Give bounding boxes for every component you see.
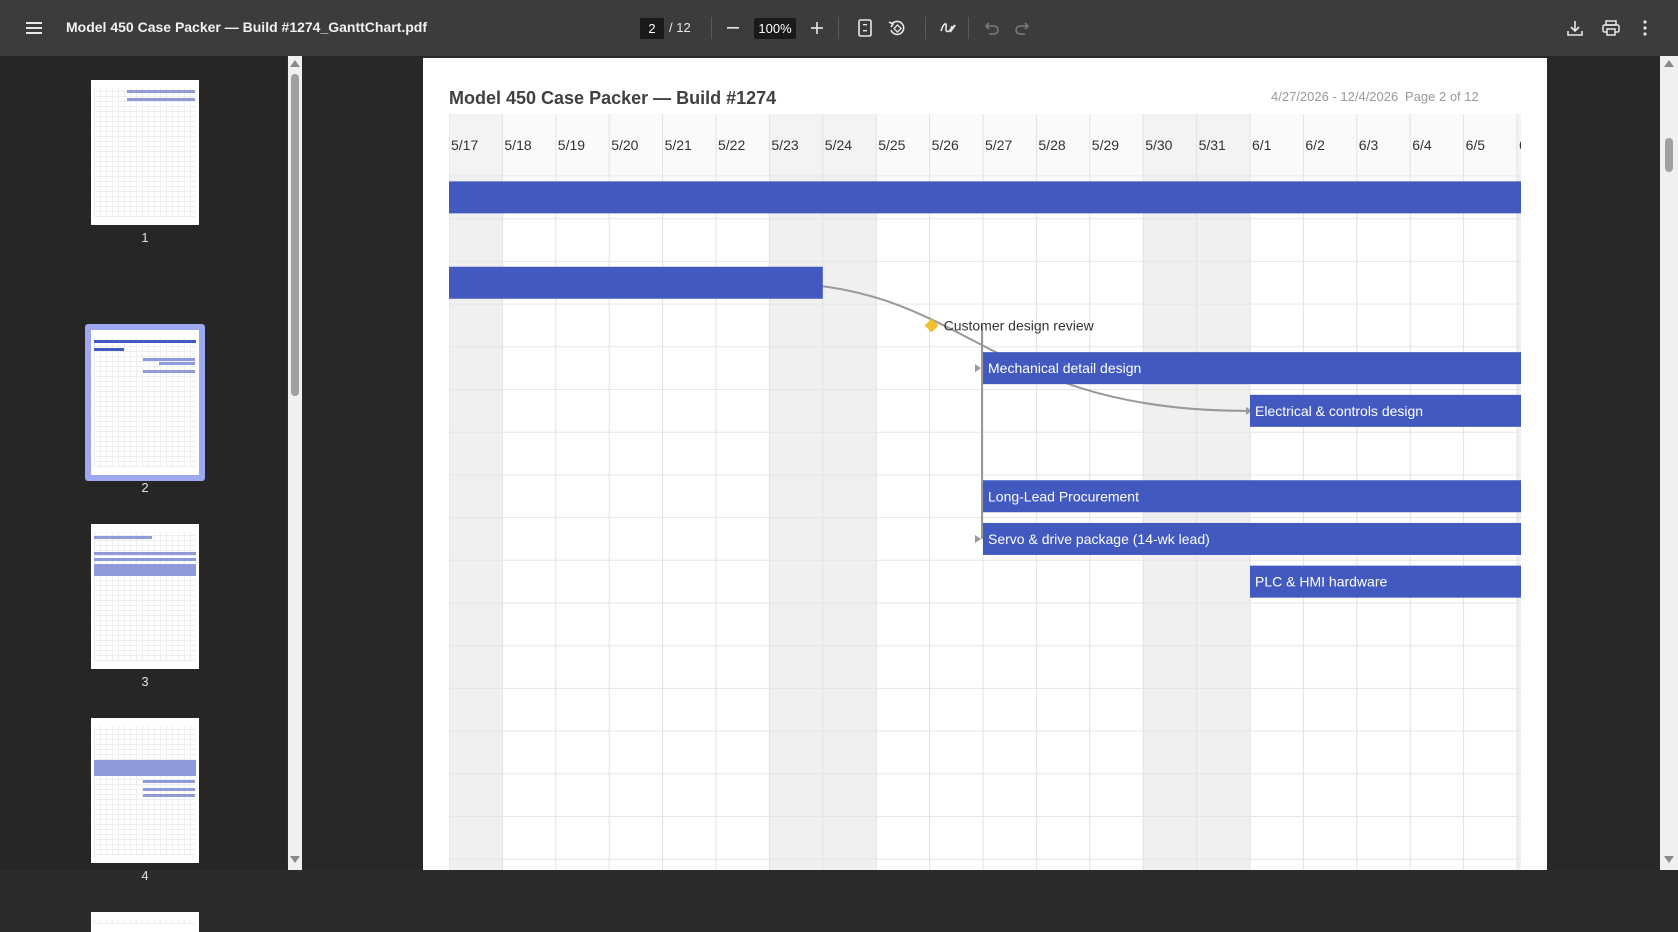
undo-icon [984, 22, 999, 35]
day-tick-label: 5/21 [665, 137, 692, 153]
thumbnail-sidebar: 1 2 3 4 [0, 56, 287, 932]
rotate-icon [888, 20, 905, 36]
zoom-out-icon [727, 27, 739, 29]
day-tick-label: 5/20 [611, 137, 638, 153]
redo-icon [1015, 22, 1030, 35]
download-icon [1567, 21, 1583, 36]
weekend-column [449, 114, 503, 870]
day-tick-label: 5/31 [1199, 137, 1226, 153]
weekend-column [769, 114, 823, 870]
document-viewer: Model 450 Case Packer — Build #1274 4/27… [302, 56, 1660, 870]
task-label: Electrical & controls design [1255, 403, 1423, 419]
day-tick-label: 5/23 [771, 137, 798, 153]
task-label: PLC & HMI hardware [1255, 574, 1387, 590]
dependency-arrowhead [975, 364, 981, 373]
draw-icon [940, 23, 956, 33]
document-title: Model 450 Case Packer — Build #1274_Gant… [66, 19, 428, 35]
day-tick-label: 5/22 [718, 137, 745, 153]
zoom-out-button[interactable] [721, 16, 745, 40]
day-tick-label: 5/19 [558, 137, 585, 153]
day-tick-label: 5/25 [878, 137, 905, 153]
day-tick-label: 5/27 [985, 137, 1012, 153]
thumbnail-page-2[interactable] [91, 330, 199, 475]
task-bar [449, 181, 1521, 214]
more-options-button[interactable] [1633, 16, 1657, 40]
task-label: Servo & drive package (14-wk lead) [988, 531, 1210, 547]
thumbnail-label-2: 2 [141, 480, 149, 495]
day-tick-label: 5/29 [1092, 137, 1119, 153]
thumbnail-label-1: 1 [141, 230, 149, 245]
day-tick-label: 6 [1519, 137, 1521, 153]
fit-page-icon [858, 19, 872, 37]
day-tick-label: 5/28 [1038, 137, 1065, 153]
viewer-scrollbar[interactable] [1660, 56, 1678, 870]
more-icon [1643, 20, 1647, 36]
fit-page-button[interactable] [853, 16, 877, 40]
thumbnail-page-3[interactable] [91, 524, 199, 669]
day-tick-label: 6/4 [1412, 137, 1432, 153]
thumbnail-page-5[interactable] [91, 912, 199, 932]
thumbnail-label-3: 3 [141, 674, 149, 689]
sidebar-scrollbar-thumb[interactable] [291, 74, 299, 396]
thumbnail-page-1[interactable] [91, 80, 199, 225]
print-icon [1602, 20, 1620, 36]
weekend-column [822, 114, 877, 870]
milestone-label: Customer design review [944, 317, 1095, 333]
redo-button[interactable] [1011, 16, 1035, 40]
task-bar [449, 266, 823, 299]
day-tick-label: 5/26 [932, 137, 959, 153]
viewer-toolbar: Model 450 Case Packer — Build #1274_Gant… [0, 0, 1678, 56]
thumbnail-page-4[interactable] [91, 718, 199, 863]
zoom-level-input[interactable]: 100% [754, 18, 796, 39]
zoom-in-icon [811, 22, 823, 34]
viewer-scrollbar-thumb[interactable] [1665, 138, 1673, 172]
day-tick-label: 6/5 [1466, 137, 1486, 153]
toolbar-divider [711, 17, 712, 39]
toolbar-divider [968, 17, 969, 39]
thumbnail-label-4: 4 [141, 868, 149, 883]
page-title: Model 450 Case Packer — Build #1274 [449, 88, 777, 108]
page-total: / 12 [669, 20, 691, 35]
draw-button[interactable] [936, 16, 960, 40]
page-number-input[interactable]: 2 [640, 18, 664, 39]
gantt-chart: 5/17 5/18 5/19 5/20 5/21 5/22 5/23 5/24 5/25 5/26… [449, 114, 1521, 870]
sidebar-scrollbar[interactable] [288, 56, 302, 870]
task-label: Mechanical detail design [988, 360, 1141, 376]
pdf-page: Model 450 Case Packer — Build #1274 4/27… [423, 58, 1547, 870]
day-tick-label: 5/17 [451, 137, 478, 153]
zoom-in-button[interactable] [805, 16, 829, 40]
day-tick-label: 6/1 [1252, 137, 1272, 153]
rotate-button[interactable] [885, 16, 909, 40]
menu-button[interactable] [22, 16, 46, 40]
menu-icon [26, 22, 42, 34]
dependency-arrowhead [975, 534, 981, 543]
download-button[interactable] [1563, 16, 1587, 40]
date-range: 4/27/2026 - 12/4/2026 [1271, 89, 1399, 104]
day-tick-label: 5/24 [825, 137, 852, 153]
toolbar-divider [838, 17, 839, 39]
page-indicator: Page 2 of 12 [1405, 89, 1479, 104]
print-button[interactable] [1599, 16, 1623, 40]
gantt-svg: 5/17 5/18 5/19 5/20 5/21 5/22 5/23 5/24 5/25 5/26… [449, 114, 1521, 870]
day-tick-label: 6/3 [1359, 137, 1379, 153]
task-label: Long-Lead Procurement [988, 488, 1139, 504]
day-tick-label: 5/30 [1145, 137, 1172, 153]
day-tick-label: 6/2 [1305, 137, 1325, 153]
milestone-diamond [924, 318, 939, 333]
toolbar-divider [925, 17, 926, 39]
day-tick-label: 5/18 [504, 137, 531, 153]
undo-button[interactable] [979, 16, 1003, 40]
